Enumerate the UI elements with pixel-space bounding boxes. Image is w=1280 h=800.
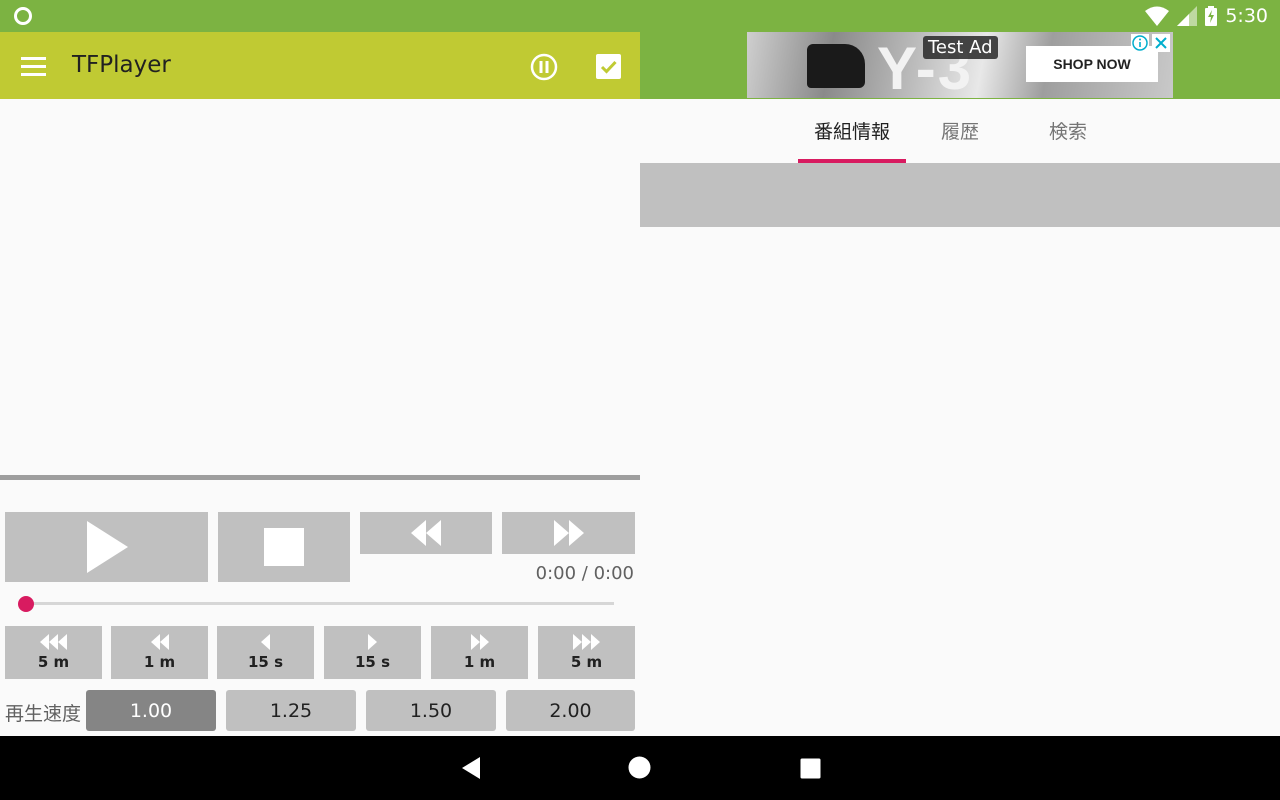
video-area-divider (0, 475, 640, 480)
skip-label: 5 m (37, 653, 70, 671)
skip-label: 5 m (570, 653, 603, 671)
tab-history[interactable]: 履歴 (906, 100, 1014, 160)
status-bar (0, 0, 1280, 32)
rewind-icon (411, 520, 441, 546)
signal-icon (1177, 6, 1198, 26)
skip-forward-1m-button[interactable]: 1 m (431, 626, 528, 679)
pause-circle-icon[interactable] (529, 52, 559, 82)
time-display: 0:00 / 0:00 (535, 563, 634, 584)
triple-rewind-icon (40, 634, 67, 650)
triple-forward-icon (573, 634, 600, 650)
tab-search[interactable]: 検索 (1014, 100, 1122, 160)
skip-back-5m-button[interactable]: 5 m (5, 626, 102, 679)
double-forward-icon (470, 634, 489, 650)
double-rewind-icon (150, 634, 169, 650)
home-icon[interactable] (628, 756, 651, 779)
test-ad-label: Test Ad (923, 36, 998, 59)
seek-bar[interactable] (26, 602, 614, 605)
battery-charging-icon (1205, 6, 1218, 26)
fast-forward-icon (553, 520, 584, 546)
play-icon (86, 521, 128, 573)
check-box-icon[interactable] (594, 52, 624, 82)
content-header-band (640, 163, 1280, 227)
skip-forward-15s-button[interactable]: 15 s (324, 626, 421, 679)
skip-forward-5m-button[interactable]: 5 m (538, 626, 635, 679)
status-icons: 5:30 (1145, 5, 1268, 27)
skip-back-15s-button[interactable]: 15 s (217, 626, 314, 679)
single-rewind-icon (261, 634, 270, 650)
notification-circle-icon (14, 7, 32, 25)
back-icon[interactable] (460, 756, 482, 780)
skip-label: 15 s (354, 653, 391, 671)
app-title: TFPlayer (72, 52, 171, 78)
stop-icon (264, 528, 304, 566)
rewind-button[interactable] (360, 512, 492, 554)
skip-back-1m-button[interactable]: 1 m (111, 626, 208, 679)
single-forward-icon (368, 634, 377, 650)
playback-speed-label: 再生速度 (5, 703, 82, 725)
speed-1-50-button[interactable]: 1.50 (366, 690, 496, 731)
ad-banner[interactable]: Y-3 Test Ad SHOP NOW (747, 32, 1173, 98)
seek-thumb[interactable] (18, 596, 34, 612)
ad-close-icon[interactable] (1152, 34, 1170, 52)
speed-1-00-button[interactable]: 1.00 (86, 690, 216, 731)
fast-forward-button[interactable] (502, 512, 635, 554)
recents-icon[interactable] (800, 758, 821, 779)
menu-icon[interactable] (20, 55, 48, 77)
skip-label: 1 m (463, 653, 496, 671)
tab-program-info[interactable]: 番組情報 (798, 100, 906, 160)
skip-label: 15 s (247, 653, 284, 671)
speed-1-25-button[interactable]: 1.25 (226, 690, 356, 731)
stop-button[interactable] (218, 512, 350, 582)
wifi-icon (1145, 6, 1170, 26)
status-time: 5:30 (1225, 5, 1268, 27)
ad-shoe-image (807, 44, 865, 88)
ad-info-icon[interactable] (1131, 34, 1149, 52)
skip-label: 1 m (143, 653, 176, 671)
speed-2-00-button[interactable]: 2.00 (506, 690, 635, 731)
system-navigation-bar (0, 736, 1280, 800)
play-button[interactable] (5, 512, 208, 582)
